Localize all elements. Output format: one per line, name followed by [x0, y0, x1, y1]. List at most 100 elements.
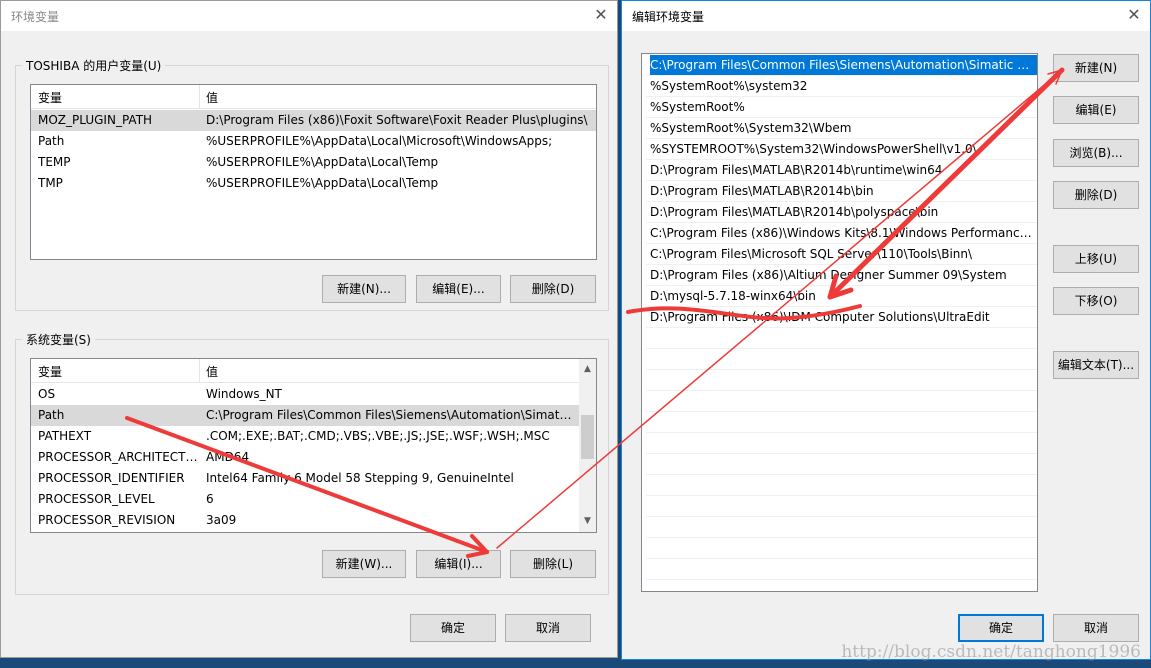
path-entry: %SystemRoot%	[650, 100, 745, 114]
system-variables-list[interactable]: 变量 值 OS Windows_NT Path C:\Program Files…	[30, 358, 597, 533]
close-icon[interactable]: ✕	[591, 5, 611, 25]
list-item[interactable]: D:\Program Files\MATLAB\R2014b\bin	[646, 181, 1037, 202]
list-item[interactable]	[646, 475, 1037, 496]
table-row[interactable]: PATHEXT .COM;.EXE;.BAT;.CMD;.VBS;.VBE;.J…	[31, 426, 579, 447]
path-entry: D:\Program Files\MATLAB\R2014b\runtime\w…	[650, 163, 943, 177]
list-item[interactable]	[646, 454, 1037, 475]
list-header: 变量 值	[31, 359, 596, 383]
list-item[interactable]	[646, 412, 1037, 433]
user-edit-button[interactable]: 编辑(E)...	[416, 275, 501, 303]
title-bar[interactable]: 环境变量 ✕	[1, 1, 617, 31]
list-item[interactable]: D:\Program Files (x86)\IDM Computer Solu…	[646, 307, 1037, 328]
system-delete-button[interactable]: 删除(L)	[510, 550, 596, 578]
list-item[interactable]	[646, 328, 1037, 349]
delete-path-button[interactable]: 删除(D)	[1053, 181, 1139, 209]
list-item[interactable]: C:\Program Files (x86)\Windows Kits\8.1\…	[646, 223, 1037, 244]
path-list[interactable]: C:\Program Files\Common Files\Siemens\Au…	[641, 53, 1038, 592]
variable-value: %USERPROFILE%\AppData\Local\Temp	[206, 155, 439, 169]
variable-value: %USERPROFILE%\AppData\Local\Temp	[206, 176, 439, 190]
list-item[interactable]	[646, 496, 1037, 517]
move-down-button[interactable]: 下移(O)	[1053, 287, 1139, 315]
variable-name: Path	[38, 408, 65, 422]
list-item[interactable]	[646, 370, 1037, 391]
table-row[interactable]: PROCESSOR_REVISION 3a09	[31, 510, 579, 531]
edit-path-button[interactable]: 编辑(E)	[1053, 96, 1139, 124]
variable-name: PROCESSOR_ARCHITECTURE	[38, 450, 198, 464]
column-separator[interactable]	[199, 85, 200, 109]
variable-name: TMP	[38, 176, 63, 190]
ok-button[interactable]: 确定	[410, 614, 496, 642]
list-item[interactable]: D:\mysql-5.7.18-winx64\bin	[646, 286, 1037, 307]
variable-name: MOZ_PLUGIN_PATH	[38, 113, 153, 127]
title-bar[interactable]: 编辑环境变量 ✕	[622, 1, 1150, 31]
browse-button[interactable]: 浏览(B)...	[1053, 139, 1139, 167]
column-header-value[interactable]: 值	[206, 363, 218, 380]
environment-variables-dialog: 环境变量 ✕ TOSHIBA 的用户变量(U) 变量 值 MOZ_PLUGIN_…	[0, 0, 618, 658]
path-entry: %SystemRoot%\System32\Wbem	[650, 121, 852, 135]
variable-name: PROCESSOR_IDENTIFIER	[38, 471, 185, 485]
cancel-button[interactable]: 取消	[1053, 614, 1139, 642]
system-new-button[interactable]: 新建(W)...	[322, 550, 406, 578]
list-item[interactable]: C:\Program Files\Common Files\Siemens\Au…	[646, 55, 1037, 76]
user-new-button[interactable]: 新建(N)...	[322, 275, 406, 303]
path-entry: D:\mysql-5.7.18-winx64\bin	[650, 289, 816, 303]
table-row[interactable]: PROCESSOR_ARCHITECTURE AMD64	[31, 447, 579, 468]
move-up-button[interactable]: 上移(U)	[1053, 245, 1139, 273]
scroll-thumb[interactable]	[581, 415, 594, 459]
table-row[interactable]: OS Windows_NT	[31, 384, 579, 405]
variable-name: TEMP	[38, 155, 71, 169]
list-item[interactable]	[646, 538, 1037, 559]
table-row[interactable]: PROCESSOR_IDENTIFIER Intel64 Family 6 Mo…	[31, 468, 579, 489]
system-variables-legend: 系统变量(S)	[22, 331, 95, 348]
scroll-up-icon[interactable]: ▲	[579, 361, 596, 378]
table-row[interactable]: Path C:\Program Files\Common Files\Sieme…	[31, 405, 579, 426]
list-item[interactable]: %SYSTEMROOT%\System32\WindowsPowerShell\…	[646, 139, 1037, 160]
list-item[interactable]	[646, 517, 1037, 538]
column-header-variable[interactable]: 变量	[38, 89, 62, 106]
user-delete-button[interactable]: 删除(D)	[510, 275, 596, 303]
column-header-variable[interactable]: 变量	[38, 363, 62, 380]
dialog-title: 编辑环境变量	[632, 10, 705, 24]
path-entry: D:\Program Files (x86)\Altium Designer S…	[650, 268, 1007, 282]
list-item[interactable]: %SystemRoot%	[646, 97, 1037, 118]
variable-value: 3a09	[206, 513, 237, 527]
ok-button[interactable]: 确定	[958, 614, 1044, 642]
variable-value: D:\Program Files (x86)\Foxit Software\Fo…	[206, 113, 588, 127]
table-row[interactable]: Path %USERPROFILE%\AppData\Local\Microso…	[31, 131, 596, 152]
cancel-button[interactable]: 取消	[505, 614, 591, 642]
table-row[interactable]: PROCESSOR_LEVEL 6	[31, 489, 579, 510]
user-variables-list[interactable]: 变量 值 MOZ_PLUGIN_PATH D:\Program Files (x…	[30, 84, 597, 260]
scrollbar[interactable]: ▲ ▼	[579, 359, 596, 532]
path-entry: D:\Program Files (x86)\IDM Computer Solu…	[650, 310, 990, 324]
table-row[interactable]: TEMP %USERPROFILE%\AppData\Local\Temp	[31, 152, 596, 173]
close-icon[interactable]: ✕	[1124, 5, 1144, 25]
scroll-down-icon[interactable]: ▼	[579, 513, 596, 530]
list-item[interactable]: C:\Program Files\Microsoft SQL Server\11…	[646, 244, 1037, 265]
list-item[interactable]: %SystemRoot%\System32\Wbem	[646, 118, 1037, 139]
list-item[interactable]: D:\Program Files\MATLAB\R2014b\polyspace…	[646, 202, 1037, 223]
watermark: http://blog.csdn.net/tanghong1996	[841, 642, 1141, 662]
edit-text-button[interactable]: 编辑文本(T)...	[1053, 351, 1139, 379]
table-row[interactable]: TMP %USERPROFILE%\AppData\Local\Temp	[31, 173, 596, 194]
column-separator[interactable]	[199, 359, 200, 383]
path-entry: C:\Program Files (x86)\Windows Kits\8.1\…	[650, 226, 1037, 240]
list-item[interactable]: D:\Program Files (x86)\Altium Designer S…	[646, 265, 1037, 286]
list-item[interactable]	[646, 349, 1037, 370]
variable-value: AMD64	[206, 450, 250, 464]
table-row[interactable]: MOZ_PLUGIN_PATH D:\Program Files (x86)\F…	[31, 110, 596, 131]
variable-name: PATHEXT	[38, 429, 92, 443]
system-edit-button[interactable]: 编辑(I)...	[416, 550, 501, 578]
list-item[interactable]	[646, 433, 1037, 454]
dialog-title: 环境变量	[11, 10, 60, 24]
user-variables-legend: TOSHIBA 的用户变量(U)	[22, 57, 166, 74]
path-entry: D:\Program Files\MATLAB\R2014b\bin	[650, 184, 874, 198]
variable-name: PROCESSOR_LEVEL	[38, 492, 155, 506]
list-item[interactable]: D:\Program Files\MATLAB\R2014b\runtime\w…	[646, 160, 1037, 181]
list-item[interactable]: %SystemRoot%\system32	[646, 76, 1037, 97]
variable-name: Path	[38, 134, 65, 148]
variable-name: PROCESSOR_REVISION	[38, 513, 176, 527]
new-path-button[interactable]: 新建(N)	[1053, 54, 1139, 82]
list-item[interactable]	[646, 559, 1037, 580]
column-header-value[interactable]: 值	[206, 89, 218, 106]
list-item[interactable]	[646, 391, 1037, 412]
